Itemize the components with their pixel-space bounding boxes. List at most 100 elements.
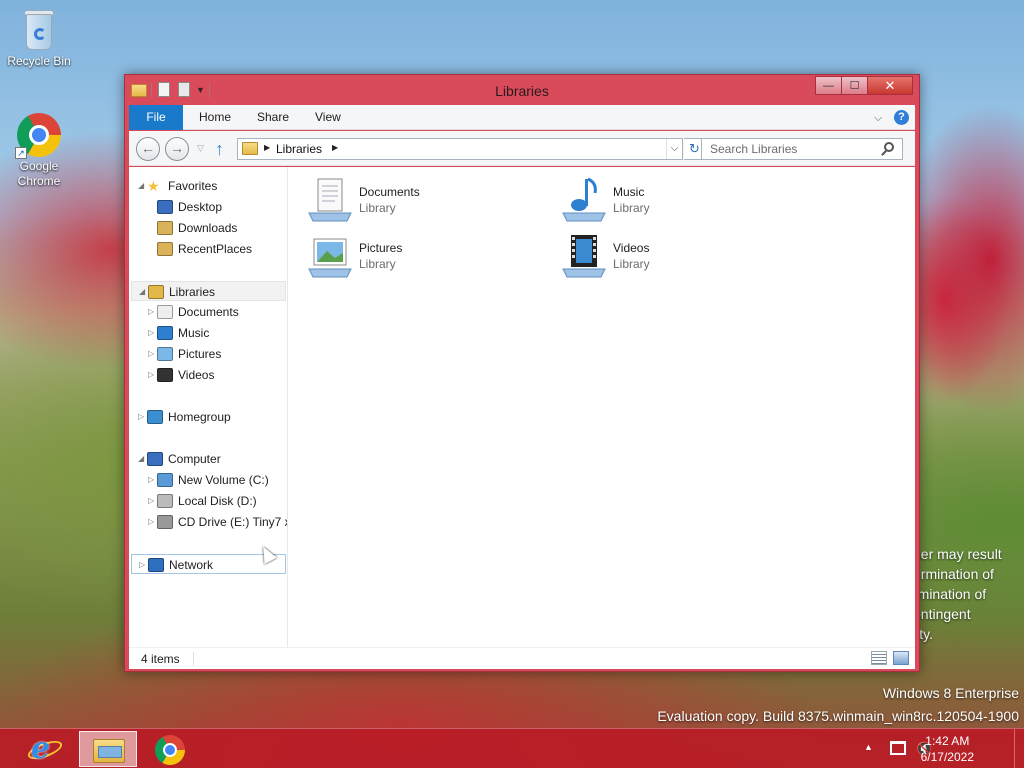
show-desktop-button[interactable]: [1014, 729, 1024, 768]
internet-explorer-icon: e: [31, 731, 51, 766]
nav-item-cd-drive-e-tiny7-x[interactable]: ▷ CD Drive (E:) Tiny7 x: [131, 512, 287, 532]
taskbar-google-chrome[interactable]: [140, 731, 198, 767]
large-icons-view-icon[interactable]: [893, 651, 909, 665]
desktop-icon-label: Google Chrome: [17, 159, 61, 188]
license-line: ner may result: [916, 546, 1002, 562]
breadcrumb-separator-icon[interactable]: ▶: [332, 143, 338, 152]
taskbar: e ▲ 🔇 1:42 AM 6/17/2022: [0, 728, 1024, 768]
desktop-icon-recycle-bin[interactable]: Recycle Bin: [1, 8, 77, 69]
library-type: Library: [359, 257, 396, 271]
watermark-edition: Windows 8 Enterprise: [882, 685, 1019, 701]
minimize-button[interactable]: —: [815, 76, 842, 95]
desktop-icon: [157, 200, 173, 214]
drive-c-icon: [157, 473, 173, 487]
cd-drive-icon: [157, 515, 173, 529]
nav-item-computer[interactable]: ◢ Computer: [131, 449, 286, 469]
nav-item-label: Downloads: [178, 221, 238, 235]
library-name: Documents: [359, 185, 420, 199]
status-bar: 4 items: [129, 647, 915, 669]
item-count: 4 items: [141, 652, 180, 666]
nav-item-label: Libraries: [169, 285, 216, 299]
taskbar-file-explorer[interactable]: [79, 731, 137, 767]
pictures-icon: [157, 347, 173, 361]
address-bar[interactable]: ▶ Libraries ▶ ⌵: [237, 138, 683, 160]
tab-view[interactable]: View: [301, 105, 355, 130]
search-box[interactable]: [701, 138, 903, 160]
nav-item-local-disk-d[interactable]: ▷ Local Disk (D:): [131, 491, 286, 511]
library-type: Library: [613, 257, 650, 271]
nav-item-videos[interactable]: ▷ Videos: [131, 365, 286, 385]
tab-share[interactable]: Share: [243, 105, 303, 130]
nav-item-desktop[interactable]: Desktop: [131, 197, 286, 217]
navigation-pane[interactable]: ◢ ★ Favorites Desktop Downloads RecentPlaces ◢…: [129, 167, 288, 647]
nav-item-downloads[interactable]: Downloads: [131, 218, 286, 238]
recent-locations-dropdown[interactable]: ▽: [197, 143, 204, 154]
license-line: ontingent: [916, 606, 971, 622]
recycle-bin-icon: [22, 8, 56, 52]
title-bar[interactable]: ▼ Libraries — ☐ ✕: [125, 75, 919, 105]
search-icon[interactable]: [884, 142, 894, 152]
network-status-icon[interactable]: [890, 741, 906, 755]
license-line: ermination of: [916, 566, 994, 582]
nav-item-label: Homegroup: [168, 410, 231, 424]
nav-item-homegroup[interactable]: ▷ Homegroup: [131, 407, 286, 427]
address-dropdown-icon[interactable]: ⌵: [666, 139, 682, 159]
shortcut-arrow-icon: ↗: [15, 147, 27, 159]
search-input[interactable]: [710, 142, 870, 156]
pictures-library-icon: [308, 238, 352, 278]
expand-ribbon-chevron-icon[interactable]: ⌵: [874, 112, 884, 123]
up-button[interactable]: ↑: [215, 140, 224, 158]
details-view-icon[interactable]: [871, 651, 887, 665]
nav-item-documents[interactable]: ▷ Documents: [131, 302, 286, 322]
maximize-button[interactable]: ☐: [841, 76, 868, 95]
file-list: Documents Library Music Library Pictures…: [289, 167, 915, 647]
clock-date: 6/17/2022: [920, 750, 974, 764]
taskbar-internet-explorer[interactable]: e: [16, 731, 74, 767]
documents-icon: [157, 305, 173, 319]
libraries-icon: [148, 285, 164, 299]
star-icon: ★: [147, 178, 160, 194]
tab-file[interactable]: File: [129, 105, 183, 130]
nav-item-label: Pictures: [178, 347, 222, 361]
ribbon: File Home Share View ⌵ ?: [129, 105, 915, 130]
explorer-body: ◢ ★ Favorites Desktop Downloads RecentPlaces ◢…: [129, 167, 915, 647]
watermark-build: Evaluation copy. Build 8375.winmain_win8…: [657, 708, 1019, 724]
downloads-icon: [157, 221, 173, 235]
libraries-icon: [242, 142, 258, 155]
nav-item-pictures[interactable]: ▷ Pictures: [131, 344, 286, 364]
nav-item-label: Desktop: [178, 200, 223, 214]
nav-item-music[interactable]: ▷ Music: [131, 323, 286, 343]
computer-icon: [147, 452, 163, 466]
videos-icon: [157, 368, 173, 382]
library-name: Videos: [613, 241, 650, 255]
library-name: Pictures: [359, 241, 403, 255]
license-text: ner may result ermination of rmination o…: [916, 544, 1024, 644]
library-videos[interactable]: Videos Library: [559, 231, 799, 283]
breadcrumb-separator-icon[interactable]: ▶: [264, 143, 270, 152]
desktop-icon-google-chrome[interactable]: ↗ Google Chrome: [1, 113, 77, 189]
close-button[interactable]: ✕: [867, 76, 913, 95]
nav-item-favorites[interactable]: ◢ ★ Favorites: [131, 176, 286, 196]
drive-d-icon: [157, 494, 173, 508]
homegroup-icon: [147, 410, 163, 424]
nav-item-libraries[interactable]: ◢ Libraries: [131, 281, 286, 301]
navigation-bar: ← → ▽ ↑ ▶ Libraries ▶ ⌵ ↻: [129, 131, 915, 166]
library-music[interactable]: Music Library: [559, 175, 799, 227]
show-hidden-icons-icon[interactable]: ▲: [864, 742, 873, 752]
clock[interactable]: 1:42 AM 6/17/2022: [921, 733, 974, 765]
desktop-icon-label: Recycle Bin: [7, 54, 71, 68]
library-documents[interactable]: Documents Library: [305, 175, 545, 227]
back-button[interactable]: ←: [136, 137, 160, 161]
nav-item-recentplaces[interactable]: RecentPlaces: [131, 239, 286, 259]
nav-item-new-volume-c[interactable]: ▷ New Volume (C:): [131, 470, 286, 490]
window-controls: — ☐ ✕: [815, 76, 913, 95]
forward-button[interactable]: →: [165, 137, 189, 161]
nav-item-label: New Volume (C:): [178, 473, 269, 487]
tab-home[interactable]: Home: [185, 105, 245, 130]
breadcrumb-libraries[interactable]: Libraries: [276, 142, 322, 156]
network-icon: [148, 558, 164, 572]
nav-item-label: Videos: [178, 368, 215, 382]
nav-item-label: Documents: [178, 305, 239, 319]
library-pictures[interactable]: Pictures Library: [305, 231, 545, 283]
help-icon[interactable]: ?: [894, 110, 909, 125]
